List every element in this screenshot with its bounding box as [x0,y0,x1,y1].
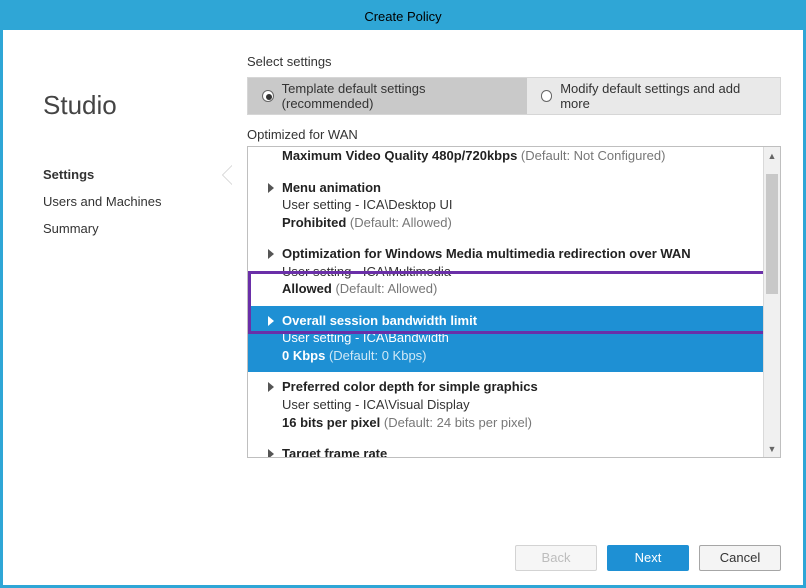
radio-label: Template default settings (recommended) [282,81,513,111]
cancel-button[interactable]: Cancel [699,545,781,571]
setting-item[interactable]: Maximum Video Quality 480p/720kbps (Defa… [248,147,763,173]
radio-template-default[interactable]: Template default settings (recommended) [248,78,527,114]
scroll-thumb[interactable] [766,174,778,294]
nav-caret-icon [223,165,233,185]
setting-title: Maximum Video Quality 480p/720kbps [282,148,517,163]
expand-icon [268,183,274,193]
setting-default-inline: (Default: Not Configured) [521,148,666,163]
setting-item[interactable]: Menu animation User setting - ICA\Deskto… [248,173,763,240]
setting-title: Overall session bandwidth limit [282,312,755,330]
main-panel: Select settings Template default setting… [223,30,803,530]
scroll-track[interactable] [764,164,780,440]
nav-item-summary[interactable]: Summary [43,215,223,242]
back-button: Back [515,545,597,571]
setting-default: (Default: 24 bits per pixel) [380,415,532,430]
setting-item[interactable]: Target frame rate User setting - ICA\Vis… [248,439,763,457]
nav-item-settings[interactable]: Settings [43,161,223,188]
titlebar: Create Policy [3,3,803,30]
optimized-for-wan-label: Optimized for WAN [247,127,781,142]
setting-title: Menu animation [282,179,755,197]
scroll-down-button[interactable]: ▼ [764,440,780,457]
setting-value: 16 bits per pixel [282,415,380,430]
radio-icon [541,90,553,102]
settings-mode-radio-group: Template default settings (recommended) … [247,77,781,115]
radio-modify-default[interactable]: Modify default settings and add more [527,78,780,114]
next-button[interactable]: Next [607,545,689,571]
window-title: Create Policy [364,9,441,24]
content-area: Studio Settings Users and Machines Summa… [3,30,803,530]
scrollbar[interactable]: ▲ ▼ [763,147,780,457]
setting-item-selected[interactable]: Overall session bandwidth limit User set… [248,306,763,373]
nav-item-label: Settings [43,167,94,182]
setting-item[interactable]: Preferred color depth for simple graphic… [248,372,763,439]
expand-icon [268,382,274,392]
setting-default: (Default: 0 Kbps) [325,348,426,363]
setting-default: (Default: Allowed) [346,215,452,230]
expand-icon [268,249,274,259]
setting-title: Preferred color depth for simple graphic… [282,378,755,396]
expand-icon [268,316,274,326]
scroll-up-button[interactable]: ▲ [764,147,780,164]
setting-sub: User setting - ICA\Multimedia [282,263,755,281]
setting-sub: User setting - ICA\Bandwidth [282,329,755,347]
select-settings-label: Select settings [247,54,781,69]
nav-item-label: Summary [43,221,99,236]
setting-item[interactable]: Optimization for Windows Media multimedi… [248,239,763,306]
nav-item-label: Users and Machines [43,194,162,209]
setting-sub: User setting - ICA\Visual Display [282,396,755,414]
setting-value: Prohibited [282,215,346,230]
setting-default: (Default: Allowed) [332,281,438,296]
radio-icon [262,90,274,102]
setting-value: 0 Kbps [282,348,325,363]
create-policy-window: Create Policy Studio Settings Users and … [0,0,806,588]
setting-sub: User setting - ICA\Desktop UI [282,196,755,214]
setting-title: Optimization for Windows Media multimedi… [282,245,755,263]
expand-icon [268,449,274,457]
radio-label: Modify default settings and add more [560,81,766,111]
settings-list-viewport[interactable]: Maximum Video Quality 480p/720kbps (Defa… [248,147,763,457]
settings-list: Maximum Video Quality 480p/720kbps (Defa… [247,146,781,458]
wizard-footer: Back Next Cancel [3,530,803,585]
nav-item-users-machines[interactable]: Users and Machines [43,188,223,215]
setting-title: Target frame rate [282,445,755,457]
setting-value: Allowed [282,281,332,296]
sidebar: Studio Settings Users and Machines Summa… [3,30,223,530]
studio-title: Studio [43,90,223,121]
